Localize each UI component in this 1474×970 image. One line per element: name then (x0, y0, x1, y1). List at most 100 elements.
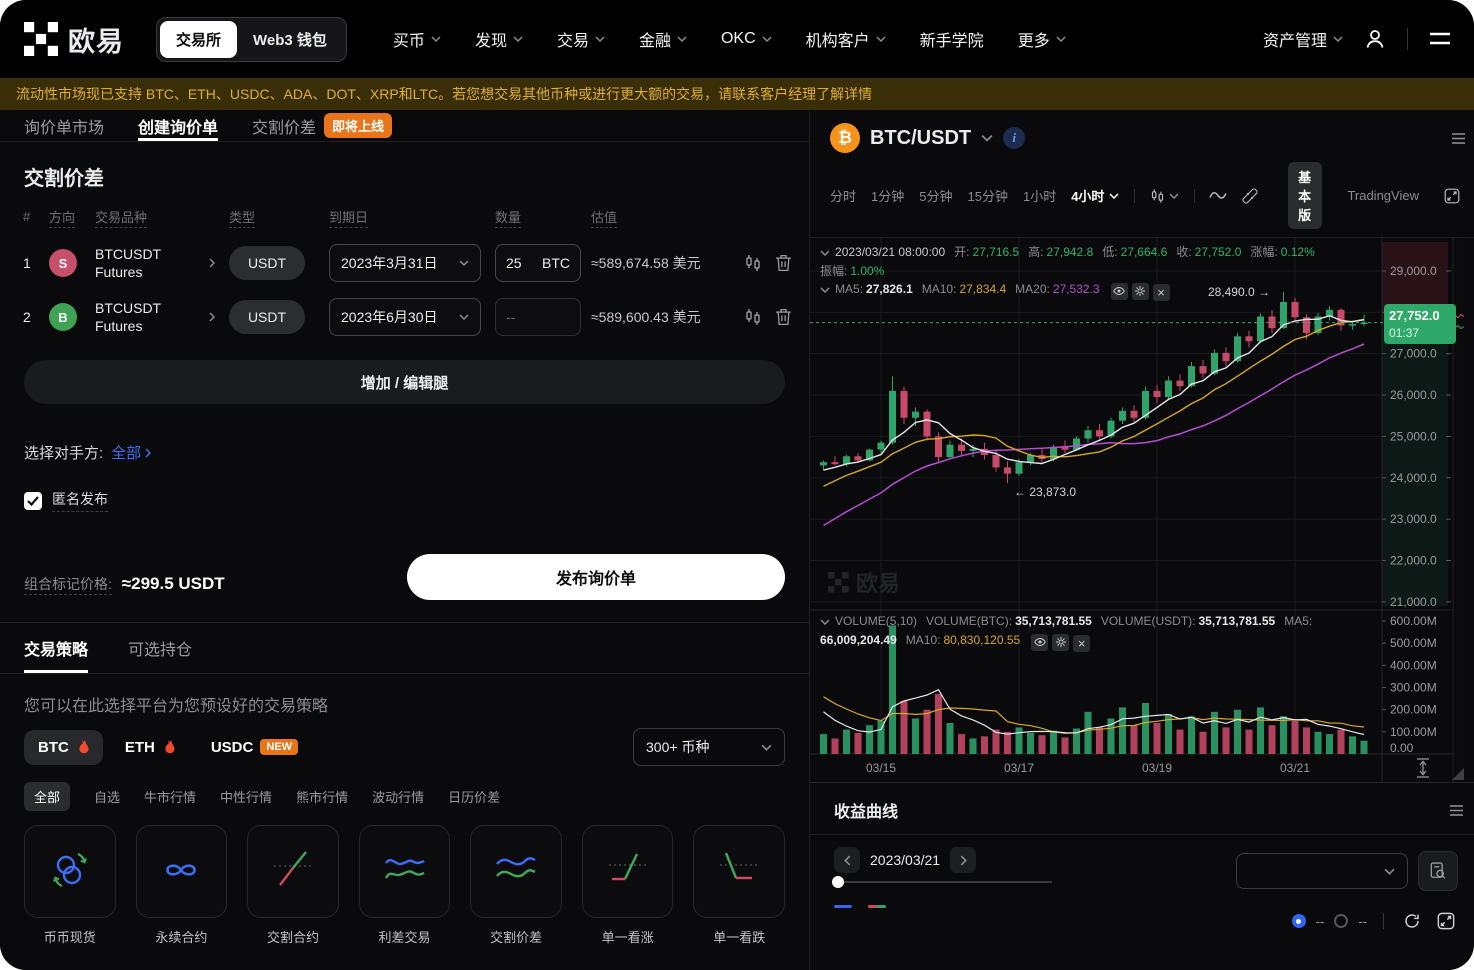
coin-btc[interactable]: BTC (24, 730, 103, 765)
tab-futures-spread[interactable]: 交割价差即将上线 (252, 110, 392, 141)
timeframe-0[interactable]: 分时 (830, 186, 856, 205)
menu-institutions[interactable]: 机构客户 (806, 27, 886, 51)
svg-text:欧易: 欧易 (856, 571, 900, 596)
instrument-select[interactable]: BTCUSDTFutures (95, 245, 229, 281)
slider-thumb[interactable] (832, 876, 844, 888)
radio-series-2[interactable] (1334, 914, 1348, 928)
view-chart-icon (744, 308, 762, 326)
timeframe-5[interactable]: 4小时 (1071, 186, 1119, 205)
tab-tradingview[interactable]: TradingView (1337, 183, 1429, 208)
expand-icon[interactable] (1434, 909, 1458, 933)
strategy-card-put[interactable] (693, 825, 785, 918)
strategy-card-futures[interactable] (247, 825, 339, 918)
coin-dropdown[interactable]: 300+ 币种 (633, 728, 785, 766)
spot-icon (47, 847, 93, 896)
chart-type-candles-icon[interactable] (1150, 188, 1179, 204)
strategy-card-spot[interactable] (24, 825, 116, 918)
anonymous-checkbox[interactable]: 匿名发布 (24, 489, 108, 512)
timeframe-4[interactable]: 1小时 (1023, 186, 1056, 205)
timeframe-2[interactable]: 5分钟 (919, 186, 952, 205)
menu-trade[interactable]: 交易 (557, 27, 605, 51)
gear-icon[interactable] (1052, 634, 1069, 651)
prev-day-button[interactable] (834, 847, 860, 873)
filter-volatile[interactable]: 波动行情 (372, 782, 424, 811)
quantity-input[interactable]: -- (495, 298, 581, 336)
draw-tools-icon[interactable] (1242, 188, 1258, 204)
tab-basic-chart[interactable]: 基本版 (1288, 162, 1322, 229)
line-overlay-icon[interactable] (1209, 190, 1227, 201)
expiry-select[interactable]: 2023年6月30日 (329, 298, 481, 336)
refresh-icon[interactable] (1400, 909, 1424, 933)
menu-buy-crypto[interactable]: 买币 (393, 27, 441, 51)
chevron-right-icon (209, 312, 215, 322)
close-icon[interactable]: × (1073, 635, 1090, 652)
radio-series-1[interactable] (1292, 914, 1306, 928)
okx-logo[interactable]: 欧易 (24, 20, 124, 59)
chevron-down-icon (762, 36, 772, 42)
user-icon[interactable] (1359, 23, 1391, 55)
price-chart[interactable]: 29,000.028,000.027,000.026,000.025,000.0… (810, 237, 1474, 782)
type-pill[interactable]: USDT (229, 300, 305, 334)
view-chart-button[interactable] (737, 254, 769, 272)
divider (1383, 913, 1384, 929)
filter-favorites[interactable]: 自选 (94, 782, 120, 811)
svg-text:29,000.0: 29,000.0 (1390, 264, 1437, 278)
strategy-card-carry[interactable] (359, 825, 451, 918)
coin-eth[interactable]: ETH (111, 730, 189, 765)
delete-leg-button[interactable] (769, 308, 797, 326)
publish-rfq-button[interactable]: 发布询价单 (407, 554, 785, 600)
menu-academy[interactable]: 新手学院 (920, 27, 984, 51)
counterparty-link[interactable]: 全部 (111, 442, 151, 463)
tab-rfq-market[interactable]: 询价单市场 (24, 110, 104, 141)
pnl-menu-icon[interactable] (1446, 800, 1466, 820)
info-icon[interactable]: i (1003, 127, 1025, 149)
filter-bear[interactable]: 熊市行情 (296, 782, 348, 811)
tab-trading-strategies[interactable]: 交易策略 (24, 623, 88, 673)
chart-canvas[interactable]: 29,000.028,000.027,000.026,000.025,000.0… (810, 238, 1464, 782)
chart-menu-icon[interactable] (1448, 128, 1468, 148)
time-slider[interactable] (834, 881, 1052, 883)
coin-usdc[interactable]: USDCNEW (197, 730, 312, 765)
strategy-card-spread[interactable] (470, 825, 562, 918)
strategy-cards-row2 (0, 961, 809, 970)
menu-assets[interactable]: 资产管理 (1263, 27, 1343, 51)
section-title: 交割价差 (24, 162, 785, 191)
menu-finance[interactable]: 金融 (639, 27, 687, 51)
leg-row: 1 S BTCUSDTFutures USDT 2023年3月31日 25BTC… (0, 236, 809, 290)
doc-search-button[interactable] (1418, 851, 1458, 891)
expiry-select[interactable]: 2023年3月31日 (329, 244, 481, 282)
add-leg-button[interactable]: 增加 / 编辑腿 (24, 360, 785, 404)
chart-panel: ₿ BTC/USDT i 分时1分钟5分钟15分钟1小时4小时基本版Tradin… (810, 110, 1474, 970)
type-pill[interactable]: USDT (229, 246, 305, 280)
pnl-dropdown[interactable] (1236, 853, 1408, 889)
next-day-button[interactable] (950, 847, 976, 873)
menu-more[interactable]: 更多 (1018, 27, 1066, 51)
menu-okc[interactable]: OKC (721, 30, 772, 48)
fullscreen-icon[interactable] (1444, 188, 1460, 204)
eye-icon[interactable] (1031, 634, 1048, 651)
gear-icon[interactable] (1132, 283, 1149, 300)
tab-optional-positions[interactable]: 可选持仓 (128, 623, 192, 673)
strategy-card-call[interactable] (582, 825, 674, 918)
eye-icon[interactable] (1111, 283, 1128, 300)
okx-trading-app: 欧易 交易所 Web3 钱包 买币 发现 交易 金融 OKC 机构客户 新手学院 更多 资产管… (0, 0, 1474, 970)
tab-exchange[interactable]: 交易所 (160, 21, 237, 58)
delete-leg-button[interactable] (769, 254, 797, 272)
filter-all[interactable]: 全部 (24, 782, 70, 811)
chevron-down-icon[interactable] (981, 134, 993, 142)
timeframe-1[interactable]: 1分钟 (871, 186, 904, 205)
filter-bull[interactable]: 牛市行情 (144, 782, 196, 811)
tab-web3-wallet[interactable]: Web3 钱包 (237, 21, 343, 58)
filter-calendar-spread[interactable]: 日历价差 (448, 782, 500, 811)
tab-create-rfq[interactable]: 创建询价单 (138, 110, 218, 141)
filter-neutral[interactable]: 中性行情 (220, 782, 272, 811)
menu-discover[interactable]: 发现 (475, 27, 523, 51)
close-icon[interactable]: × (1153, 284, 1170, 301)
quantity-input[interactable]: 25BTC (495, 244, 581, 282)
view-chart-button[interactable] (737, 308, 769, 326)
svg-text:22,000.0: 22,000.0 (1390, 554, 1437, 568)
strategy-card-perpetual[interactable] (136, 825, 228, 918)
hamburger-menu-icon[interactable] (1424, 23, 1456, 55)
timeframe-3[interactable]: 15分钟 (968, 186, 1008, 205)
instrument-select[interactable]: BTCUSDTFutures (95, 299, 229, 335)
